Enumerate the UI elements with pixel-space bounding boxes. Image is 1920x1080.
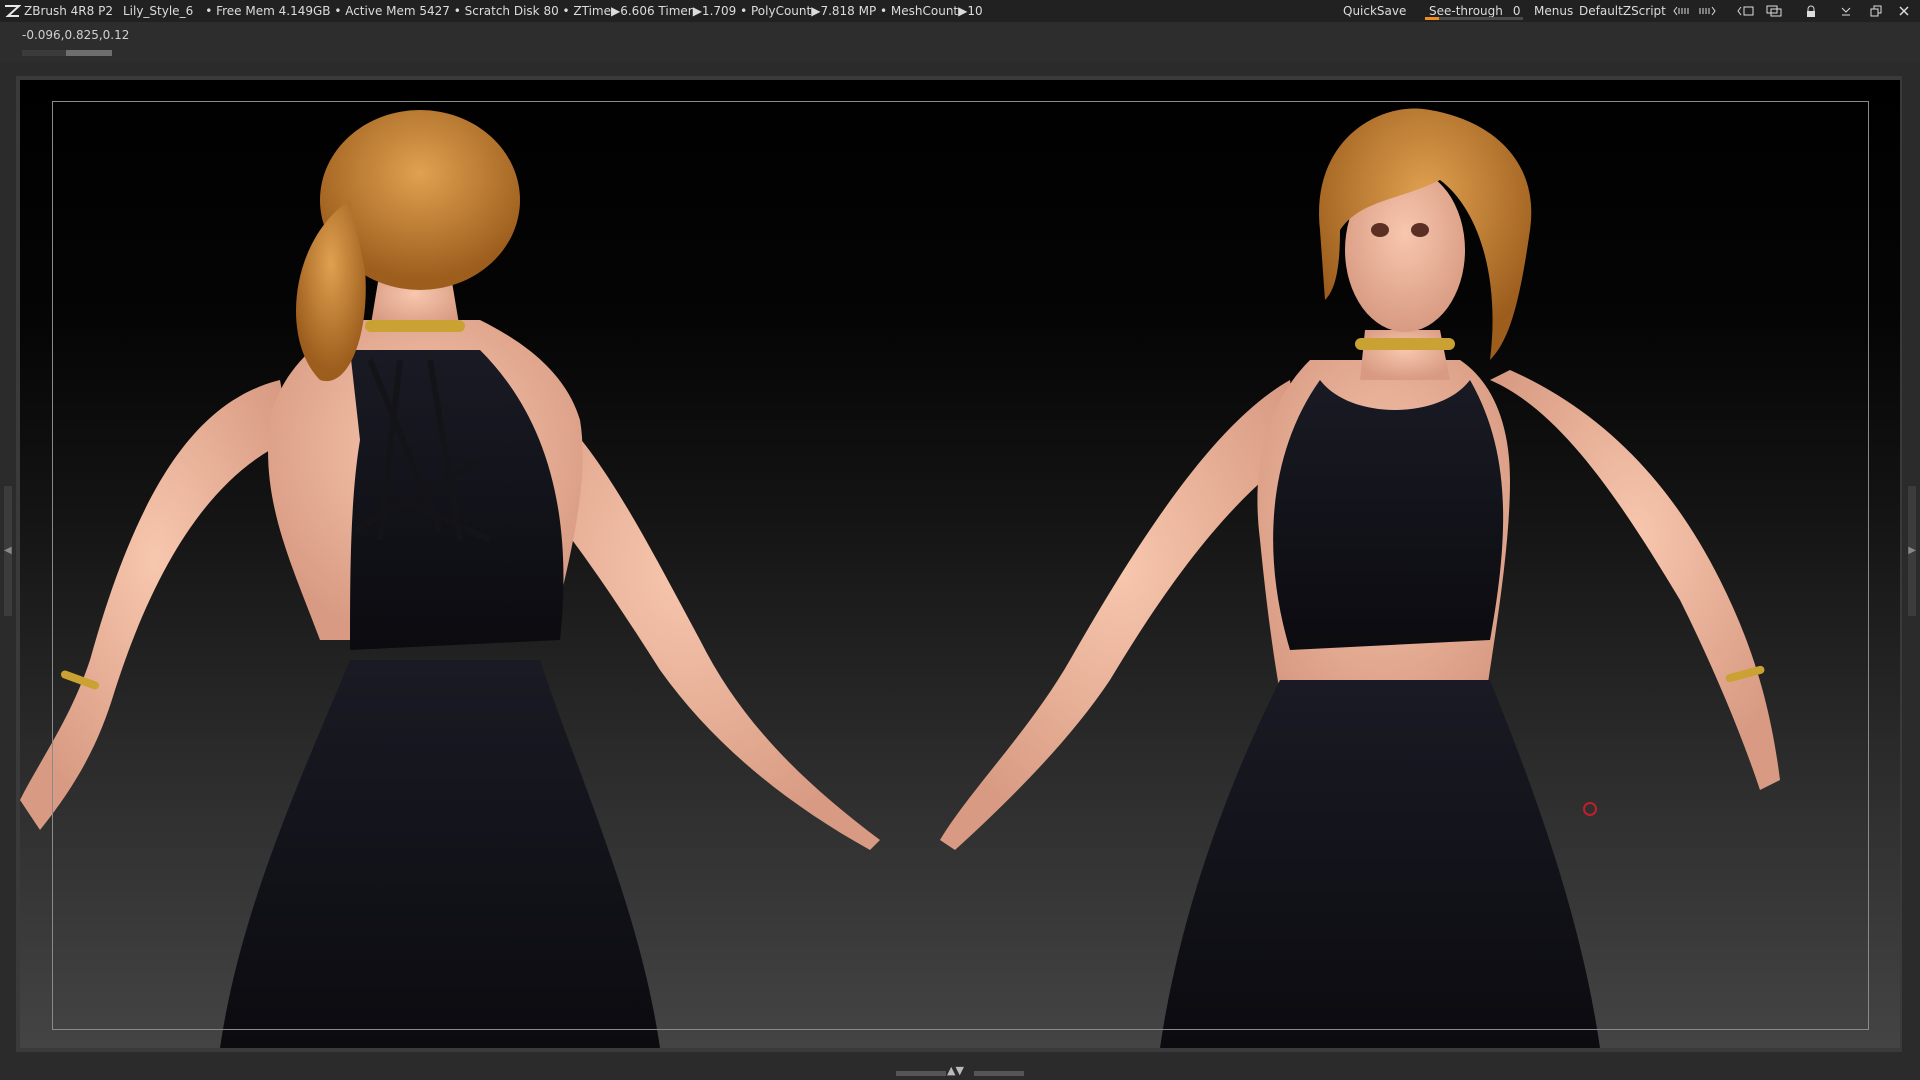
close-icon[interactable] xyxy=(1894,3,1914,19)
brush-cursor xyxy=(1583,802,1597,816)
coordinate-slider-knob[interactable] xyxy=(66,50,112,56)
bottom-tray-toggle-icon[interactable]: ▲▼ xyxy=(947,1064,964,1077)
layout-icon[interactable] xyxy=(1764,3,1784,19)
document-canvas[interactable] xyxy=(20,80,1900,1048)
see-through-value: 0 xyxy=(1512,4,1521,18)
palette-left-icon[interactable] xyxy=(1672,3,1692,19)
right-tray-arrow-icon[interactable]: ▶ xyxy=(1908,545,1916,556)
document-frame xyxy=(52,101,1869,1030)
title-bar: ZBrush 4R8 P2 Lily_Style_6 • Free Mem 4.… xyxy=(0,0,1920,22)
status-readout: • Free Mem 4.149GB • Active Mem 5427 • S… xyxy=(205,4,983,18)
see-through-fill xyxy=(1425,17,1439,20)
bottom-tray-handle-right[interactable] xyxy=(974,1071,1024,1076)
bottom-tray-bar: ▲▼ xyxy=(0,1052,1920,1080)
coordinate-bar: -0.096,0.825,0.12 xyxy=(0,22,1920,62)
document-name: Lily_Style_6 xyxy=(122,4,194,18)
minimize-icon[interactable] xyxy=(1836,3,1856,19)
zbrush-logo-icon[interactable] xyxy=(3,2,21,20)
see-through-label: See-through xyxy=(1429,4,1503,18)
menus-button[interactable]: Menus xyxy=(1534,0,1573,22)
left-tray-arrow-icon[interactable]: ◀ xyxy=(4,545,12,556)
palette-right-icon[interactable] xyxy=(1697,3,1717,19)
undock-icon[interactable] xyxy=(1736,3,1756,19)
quicksave-button[interactable]: QuickSave xyxy=(1343,0,1406,22)
default-zscript-button[interactable]: DefaultZScript xyxy=(1579,0,1666,22)
coordinate-readout: -0.096,0.825,0.12 xyxy=(22,28,130,42)
app-name: ZBrush 4R8 P2 xyxy=(24,4,113,18)
see-through-slider[interactable]: See-through 0 xyxy=(1425,0,1523,22)
see-through-track xyxy=(1425,17,1523,20)
restore-icon[interactable] xyxy=(1866,3,1886,19)
lock-icon[interactable] xyxy=(1801,3,1821,19)
bottom-tray-handle-left[interactable] xyxy=(896,1071,946,1076)
